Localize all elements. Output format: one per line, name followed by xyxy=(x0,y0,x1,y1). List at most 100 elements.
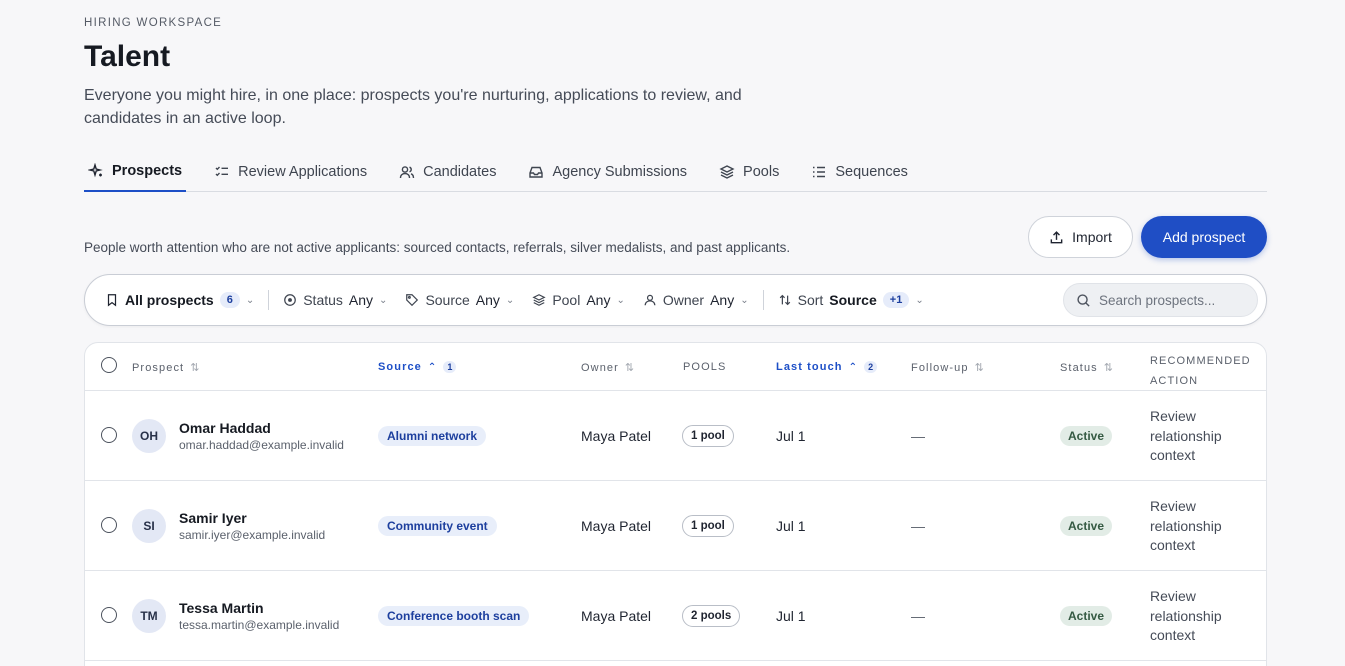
tag-icon xyxy=(406,294,419,307)
table-header: Prospect ⇅ Source ⌃ 1 Owner ⇅ POOLS Last… xyxy=(85,343,1266,391)
table-row[interactable]: SI Samir Iyer samir.iyer@example.invalid… xyxy=(85,481,1266,571)
last-touch-date: Jul 1 xyxy=(776,518,806,534)
pool-count-badge[interactable]: 1 pool xyxy=(682,515,734,537)
list-icon xyxy=(813,166,826,178)
chevron-down-icon: ⌄ xyxy=(740,294,749,306)
tab-label: Sequences xyxy=(835,164,908,180)
prospect-email: tessa.martin@example.invalid xyxy=(179,618,340,632)
tab-prospects[interactable]: Prospects xyxy=(84,152,187,192)
filter-divider xyxy=(762,290,764,310)
source-badge: Alumni network xyxy=(378,426,487,446)
filter-bar: All prospects 6 ⌄ Status Any ⌄ Source An… xyxy=(84,274,1267,326)
followup-value: — xyxy=(911,518,925,534)
source-filter[interactable]: Source Any ⌄ xyxy=(405,292,514,308)
select-all-checkbox[interactable] xyxy=(101,357,117,373)
chevron-down-icon: ⌄ xyxy=(915,294,924,306)
owner-name: Maya Patel xyxy=(581,518,652,534)
owner-filter[interactable]: Owner Any ⌄ xyxy=(643,292,749,308)
source-badge: Community event xyxy=(378,516,497,536)
avatar: OH xyxy=(132,419,166,453)
filter-divider xyxy=(268,290,270,310)
column-header-label: Follow-up xyxy=(911,361,969,374)
column-header-status[interactable]: Status ⇅ xyxy=(1060,361,1113,375)
owner-filter-label: Owner xyxy=(662,292,705,308)
column-header-prospect[interactable]: Prospect ⇅ xyxy=(132,361,200,375)
tab-review-applications[interactable]: Review Applications xyxy=(210,152,371,192)
tab-agency-submissions[interactable]: Agency Submissions xyxy=(524,152,691,192)
prospect-name[interactable]: Samir Iyer xyxy=(179,510,247,526)
sort-ascending-icon: ⌃ xyxy=(848,361,859,373)
import-button[interactable]: Import xyxy=(1028,216,1133,258)
tab-candidates[interactable]: Candidates xyxy=(395,152,500,192)
chevron-down-icon: ⌄ xyxy=(616,294,625,306)
page-title: Talent xyxy=(84,40,171,73)
search-box xyxy=(1063,283,1258,317)
pool-filter[interactable]: Pool Any ⌄ xyxy=(532,292,625,308)
users-icon xyxy=(399,166,415,179)
tab-sequences[interactable]: Sequences xyxy=(807,152,912,192)
add-prospect-button[interactable]: Add prospect xyxy=(1141,216,1267,258)
recommended-action[interactable]: Review relationship context xyxy=(1150,497,1260,556)
user-icon xyxy=(644,294,656,306)
row-checkbox[interactable] xyxy=(101,607,117,623)
prospects-table: Prospect ⇅ Source ⌃ 1 Owner ⇅ POOLS Last… xyxy=(84,342,1267,666)
recommended-action[interactable]: Review relationship context xyxy=(1150,407,1260,466)
status-badge: Active xyxy=(1060,606,1113,626)
inbox-icon xyxy=(529,166,544,178)
sort-icon: ⇅ xyxy=(624,362,635,374)
chevron-down-icon: ⌄ xyxy=(245,294,255,306)
avatar: SI xyxy=(132,509,166,543)
source-filter-value: Any xyxy=(475,292,500,308)
sort-value: Source xyxy=(829,292,877,308)
column-header-label: POOLS xyxy=(683,361,727,373)
column-header-followup[interactable]: Follow-up ⇅ xyxy=(911,361,984,375)
sort-icon: ⇅ xyxy=(190,362,200,374)
owner-filter-value: Any xyxy=(710,292,735,308)
row-checkbox[interactable] xyxy=(101,427,117,443)
view-filter-label: All prospects xyxy=(125,292,214,308)
status-filter[interactable]: Status Any ⌄ xyxy=(283,292,387,308)
sort-order-badge: 2 xyxy=(864,361,878,373)
layers-icon xyxy=(719,165,735,179)
pool-filter-value: Any xyxy=(586,292,611,308)
column-header-pools: POOLS xyxy=(683,361,726,373)
pool-count-badge[interactable]: 2 pools xyxy=(682,605,741,627)
chevron-down-icon: ⌄ xyxy=(505,294,515,306)
status-badge: Active xyxy=(1060,516,1113,536)
sort-icon: ⇅ xyxy=(974,362,984,374)
prospect-name[interactable]: Omar Haddad xyxy=(179,420,271,436)
column-header-last-touch[interactable]: Last touch ⌃ 2 xyxy=(776,361,878,373)
column-header-source[interactable]: Source ⌃ 1 xyxy=(378,361,457,373)
column-header-label: Last touch xyxy=(776,361,843,373)
last-touch-date: Jul 1 xyxy=(776,428,806,444)
pool-count-badge[interactable]: 1 pool xyxy=(682,425,734,447)
prospect-count-badge: 6 xyxy=(219,292,240,308)
page-description: Everyone you might hire, in one place: p… xyxy=(84,87,742,127)
view-filter[interactable]: All prospects 6 ⌄ xyxy=(105,292,254,308)
status-filter-label: Status xyxy=(303,292,343,308)
sort-control[interactable]: Sort Source +1 ⌄ xyxy=(778,292,924,308)
sort-order-badge: 1 xyxy=(443,361,457,373)
search-input[interactable] xyxy=(1099,292,1249,308)
status-filter-value: Any xyxy=(348,292,374,308)
tab-pools[interactable]: Pools xyxy=(715,152,783,192)
sort-extra-badge: +1 xyxy=(882,292,910,308)
workspace-eyebrow: HIRING WORKSPACE xyxy=(84,17,223,29)
source-filter-label: Source xyxy=(425,292,470,308)
tab-label: Candidates xyxy=(423,164,497,180)
prospect-email: omar.haddad@example.invalid xyxy=(179,438,344,452)
column-header-label: Prospect xyxy=(132,361,185,374)
source-badge: Conference booth scan xyxy=(378,606,530,626)
tab-label: Pools xyxy=(743,164,780,180)
table-row[interactable]: OH Omar Haddad omar.haddad@example.inval… xyxy=(85,391,1266,481)
avatar: TM xyxy=(132,599,166,633)
sort-ascending-icon: ⌃ xyxy=(427,361,438,373)
table-row[interactable]: TM Tessa Martin tessa.martin@example.inv… xyxy=(85,571,1266,661)
owner-name: Maya Patel xyxy=(581,608,652,624)
column-header-owner[interactable]: Owner ⇅ xyxy=(581,361,635,375)
followup-value: — xyxy=(911,608,925,624)
row-checkbox[interactable] xyxy=(101,517,117,533)
prospect-name[interactable]: Tessa Martin xyxy=(179,600,264,616)
recommended-action[interactable]: Review relationship context xyxy=(1150,587,1260,646)
tab-label: Prospects xyxy=(112,163,183,179)
